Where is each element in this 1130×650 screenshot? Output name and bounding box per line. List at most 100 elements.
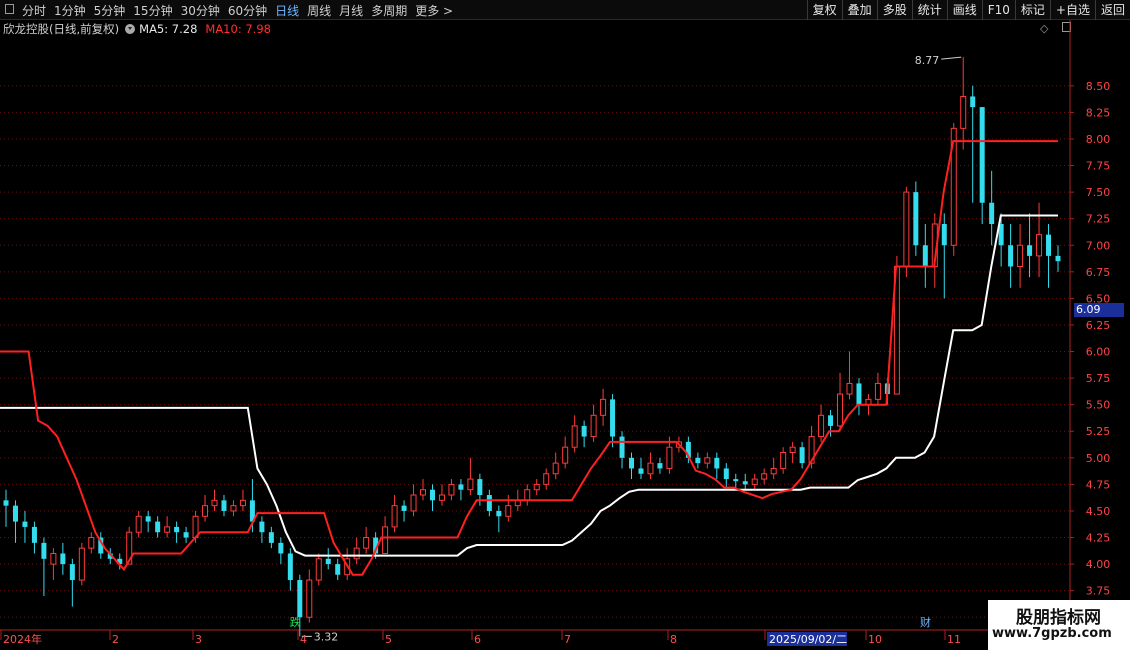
x-tick-label: 8 [670, 633, 677, 646]
candle-body [989, 202, 995, 224]
candle-body [647, 462, 654, 475]
candle-body [581, 425, 587, 437]
candle-body [12, 505, 18, 522]
candle-body [353, 547, 360, 560]
y-tick-label: 7.25 [1086, 213, 1111, 226]
candle-body [335, 564, 341, 575]
candle-body [818, 414, 825, 438]
high-arrow [941, 56, 962, 60]
candle-body [733, 479, 739, 482]
x-tick-label: 5 [385, 633, 392, 646]
y-tick-label: 5.50 [1086, 399, 1111, 412]
x-tick-label: 4 [300, 633, 307, 646]
x-tick-label: 11 [947, 633, 961, 646]
candle-body [306, 579, 313, 618]
candle-body [1055, 255, 1061, 262]
candle-body [88, 537, 95, 549]
candle-body [382, 526, 389, 554]
candle-body [638, 468, 644, 474]
candle-body [31, 526, 37, 543]
y-tick-label: 7.75 [1086, 160, 1111, 173]
candle-body [278, 542, 284, 554]
candle-body [1008, 245, 1014, 267]
y-tick-label: 8.00 [1086, 133, 1111, 146]
x-tick-label: 2 [112, 633, 119, 646]
candle-body [960, 95, 967, 129]
candle-body [571, 425, 578, 448]
candle-body [524, 489, 531, 501]
candle-body [552, 462, 559, 475]
x-tick-label: 3 [195, 633, 202, 646]
candle-body [41, 542, 47, 559]
candle-body [780, 452, 787, 469]
candle-body [979, 107, 985, 203]
y-tick-label: 5.75 [1086, 372, 1111, 385]
kline-chart[interactable]: 8.508.258.007.757.507.257.006.756.506.25… [0, 0, 1130, 650]
candle-body [230, 505, 237, 512]
candle-body [1027, 245, 1033, 256]
candle-body [297, 580, 303, 618]
y-tick-label: 4.25 [1086, 532, 1111, 545]
candle-body [704, 457, 711, 464]
candle-body [742, 481, 748, 485]
candle-body [145, 516, 151, 522]
y-tick-label: 8.50 [1086, 80, 1111, 93]
low-marker-label: 跌 [290, 615, 301, 629]
candle-body [211, 499, 218, 507]
finance-marker-label[interactable]: 财 [920, 615, 931, 629]
cursor-date-label: 2025/09/02/二 [769, 633, 847, 646]
high-price-label: 8.77 [915, 54, 940, 67]
y-tick-label: 4.00 [1086, 558, 1111, 571]
y-tick-label: 4.50 [1086, 505, 1111, 518]
candle-body [913, 192, 919, 246]
candle-body [533, 483, 540, 491]
x-tick-label: 6 [474, 633, 481, 646]
candle-body [268, 532, 274, 543]
candle-body [69, 564, 75, 581]
candle-body [941, 223, 947, 246]
candle-body [543, 473, 550, 485]
candle-body [467, 478, 474, 491]
candle-body [751, 478, 758, 485]
candle-body [135, 515, 142, 533]
candle-body [1017, 244, 1024, 268]
y-tick-label: 4.75 [1086, 478, 1111, 491]
candle-body [60, 553, 66, 565]
candle-body [970, 96, 976, 108]
candle-body [202, 505, 209, 517]
candle-body [155, 521, 161, 533]
candle-body [3, 500, 9, 506]
candle-body [448, 483, 455, 496]
candle-body [174, 526, 180, 533]
candle-body [486, 495, 492, 511]
candle-body [770, 467, 777, 475]
candle-body [828, 415, 834, 426]
candle-body [391, 505, 398, 528]
candle-body [401, 505, 407, 511]
candle-body [22, 521, 28, 527]
candle-body [78, 547, 85, 581]
candle-body [429, 489, 435, 501]
y-tick-label: 3.75 [1086, 585, 1111, 598]
candle-body [629, 457, 635, 469]
watermark: 股朋指标网 www.7gpzb.com [988, 600, 1130, 650]
candle-body [239, 499, 246, 507]
candle-body [695, 457, 701, 464]
y-tick-label: 8.25 [1086, 106, 1111, 119]
candle-body [458, 484, 464, 490]
y-tick-label: 7.50 [1086, 186, 1111, 199]
candle-body [874, 382, 881, 400]
candle-body [723, 468, 729, 480]
y-tick-label: 6.25 [1086, 319, 1111, 332]
candle-body [315, 558, 322, 581]
x-tick-label: 2024年 [3, 632, 42, 646]
candle-body [420, 489, 427, 496]
candle-body [438, 494, 445, 501]
candle-body [799, 447, 805, 464]
candle-body [714, 457, 720, 469]
candle-body [1036, 234, 1043, 257]
candle-body [363, 537, 370, 549]
y-tick-label: 7.00 [1086, 239, 1111, 252]
candle-body [600, 398, 607, 416]
candle-body [183, 532, 189, 538]
